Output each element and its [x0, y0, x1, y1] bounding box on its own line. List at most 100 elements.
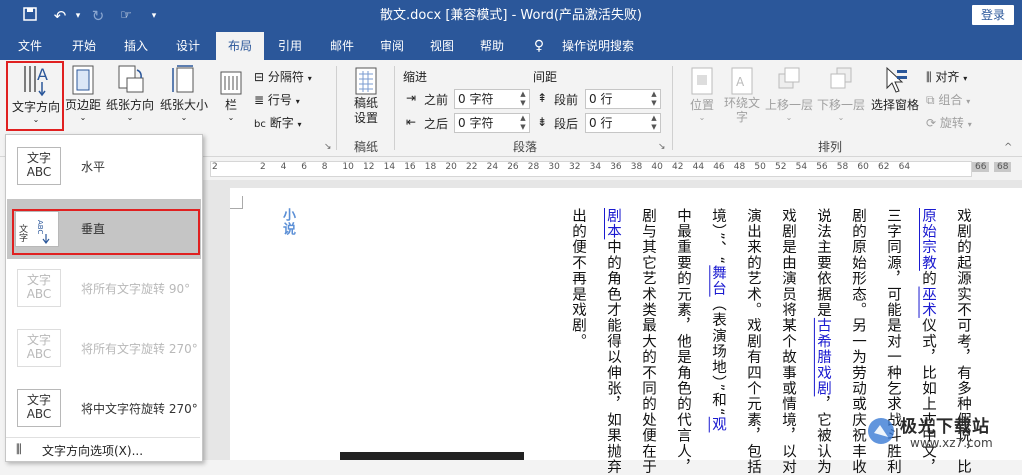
selection-pane-button[interactable]: 选择窗格 — [868, 66, 922, 113]
tell-me-search[interactable]: 操作说明搜索 — [556, 32, 640, 60]
selection-pane-label: 选择窗格 — [870, 98, 919, 112]
send-backward-icon — [830, 67, 852, 89]
lightbulb-icon: ♀ — [533, 38, 545, 54]
hyperlink[interactable]: 巫术 — [920, 287, 936, 318]
divider — [394, 66, 395, 150]
space-after-input[interactable]: 0 行 ▲ ▼ — [585, 113, 661, 133]
rotate-button[interactable]: ⟳ 旋转 ▾ — [926, 114, 972, 131]
tab-view[interactable]: 视图 — [420, 32, 464, 60]
tab-layout[interactable]: 布局 — [216, 32, 264, 60]
text-column: 出的便不再是戏剧。 — [569, 208, 587, 349]
orientation-button[interactable]: 纸张方向 ⌄ — [104, 64, 156, 122]
tab-mailings[interactable]: 邮件 — [320, 32, 364, 60]
ruler-tick: 2 — [212, 162, 218, 172]
spin-arrows-icon[interactable]: ▲ ▼ — [648, 114, 660, 132]
indent-after-value: 0 字符 — [458, 116, 494, 130]
text-run: 剧的原始形态。另一为劳动或庆祝丰收 — [850, 208, 866, 475]
horizontal-ruler[interactable]: 2 2 4 6 8 10 12 14 16 18 20 22 24 26 28 30 32 34 36 38 40 42 4… — [200, 158, 1022, 180]
page-setup-launcher-icon[interactable]: ↘ — [324, 142, 332, 152]
tab-design[interactable]: 设计 — [166, 32, 210, 60]
ruler-tick: 56 — [816, 162, 828, 172]
section-heading: 小说 — [280, 208, 295, 237]
menu-item-label: 将所有文字旋转 90° — [81, 282, 191, 296]
space-before-label: 段前 — [554, 93, 579, 107]
wrap-text-button[interactable]: A 环绕文字 — [722, 66, 762, 124]
chevron-down-icon: ⌄ — [227, 113, 235, 122]
tab-insert[interactable]: 插入 — [114, 32, 158, 60]
ruler-tick: 60 — [857, 162, 869, 172]
paragraph-launcher-icon[interactable]: ↘ — [658, 142, 666, 152]
tab-references[interactable]: 引用 — [268, 32, 312, 60]
draft-paper-icon — [355, 67, 377, 95]
line-numbers-label: 行号 — [267, 93, 292, 107]
breaks-label: 分隔符 — [267, 70, 304, 84]
ruler-tick: 66 — [972, 162, 990, 172]
hyphenation-icon: bc — [254, 119, 266, 130]
indent-heading: 缩进 — [403, 70, 428, 84]
indent-before-input[interactable]: 0 字符 ▲ ▼ — [454, 89, 530, 109]
text-run: 剧与其它艺术类最大的不同的处便在于 — [640, 208, 656, 475]
text-direction-options[interactable]: ⫼ 文字方向选项(X)... — [6, 437, 200, 462]
text-column: 说法主要依据是古希腊戏剧，它被认为 — [814, 208, 832, 475]
columns-button[interactable]: 栏 ⌄ — [214, 70, 248, 122]
send-backward-label: 下移一层 — [816, 98, 865, 112]
align-button[interactable]: ⫼ 对齐 ▾ — [926, 68, 967, 85]
space-before-input[interactable]: 0 行 ▲ ▼ — [585, 89, 661, 109]
position-button[interactable]: 位置 ⌄ — [682, 66, 722, 122]
hyperlink[interactable]: 观 — [710, 417, 726, 433]
draft-setup-button[interactable]: 稿纸 设置 — [346, 66, 386, 126]
group-icon: ⧉ — [926, 93, 935, 107]
ruler-tick: 36 — [610, 162, 622, 172]
ruler-tick: 4 — [280, 162, 287, 172]
rotate-90-icon: 文字 ABC — [17, 269, 61, 307]
text-column: 剧与其它艺术类最大的不同的处便在于 — [639, 208, 657, 475]
svg-text:A: A — [736, 75, 745, 89]
margins-button[interactable]: 页边距 ⌄ — [64, 64, 102, 122]
space-after-label: 段后 — [554, 117, 579, 131]
size-button[interactable]: 纸张大小 ⌄ — [158, 64, 210, 122]
text-run: 中最重要的元素，他是角色的代言人， — [675, 208, 691, 475]
bring-forward-button[interactable]: 上移一层 ⌄ — [764, 66, 814, 122]
ruler-tick: 14 — [383, 162, 396, 172]
send-backward-button[interactable]: 下移一层 ⌄ — [816, 66, 866, 122]
draft-group-label: 稿纸 — [353, 140, 378, 154]
collapse-ribbon-icon[interactable]: ^ — [1004, 142, 1012, 153]
space-before-icon: ⇞ — [537, 91, 548, 105]
login-button[interactable]: 登录 — [972, 5, 1014, 25]
group-button[interactable]: ⧉ 组合 ▾ — [926, 91, 970, 108]
space-before-value: 0 行 — [589, 92, 613, 106]
hyphenation-button[interactable]: bc 断字 ▾ — [254, 114, 302, 131]
hyperlink[interactable]: 剧本 — [605, 208, 621, 239]
chevron-down-icon: ⌄ — [698, 113, 706, 122]
breaks-button[interactable]: ⊟ 分隔符 ▾ — [254, 68, 312, 85]
menu-item-horizontal[interactable]: 文字 ABC 水平 — [7, 137, 201, 197]
tab-review[interactable]: 审阅 — [370, 32, 414, 60]
text-run: ，它被认为 — [815, 396, 831, 475]
ruler-tick: 38 — [630, 162, 643, 172]
title-bar: ↶ ▾ ↻ ☞ ▾ 散文.docx [兼容模式] - Word(产品激活失败) … — [0, 0, 1022, 32]
hyperlink[interactable]: 原始宗教 — [920, 208, 936, 271]
ribbon-tab-bar: 文件 开始 插入 设计 布局 引用 邮件 审阅 视图 帮助 ♀ 操作说明搜索 — [0, 32, 1022, 60]
menu-item-rotate-cjk-270[interactable]: 文字 ABC 将中文字符旋转 270° — [7, 379, 201, 439]
ruler-tick: 22 — [466, 162, 478, 172]
spin-arrows-icon[interactable]: ▲ ▼ — [517, 90, 529, 108]
hyperlink[interactable]: 舞台 — [710, 265, 726, 296]
ruler-tick: 62 — [878, 162, 890, 172]
margin-corner-mark — [230, 196, 243, 209]
align-icon: ⫼ — [926, 70, 932, 84]
menu-item-rotate-270[interactable]: 文字 ABC 将所有文字旋转 270° — [7, 319, 201, 379]
menu-item-label: 水平 — [81, 160, 106, 174]
spin-arrows-icon[interactable]: ▲ ▼ — [517, 114, 529, 132]
line-numbers-button[interactable]: ≣ 行号 ▾ — [254, 91, 300, 108]
watermark-text: 极光下载站 — [900, 417, 990, 437]
tab-home[interactable]: 开始 — [62, 32, 106, 60]
tab-file[interactable]: 文件 — [8, 32, 52, 60]
hyperlink[interactable]: 古希腊戏剧 — [815, 318, 831, 397]
menu-item-rotate-90[interactable]: 文字 ABC 将所有文字旋转 90° — [7, 259, 201, 319]
ruler-tick: 42 — [672, 162, 684, 172]
highlight-box — [6, 61, 64, 131]
tab-help[interactable]: 帮助 — [470, 32, 514, 60]
position-label: 位置 — [689, 98, 714, 112]
spin-arrows-icon[interactable]: ▲ ▼ — [648, 90, 660, 108]
indent-after-input[interactable]: 0 字符 ▲ ▼ — [454, 113, 530, 133]
